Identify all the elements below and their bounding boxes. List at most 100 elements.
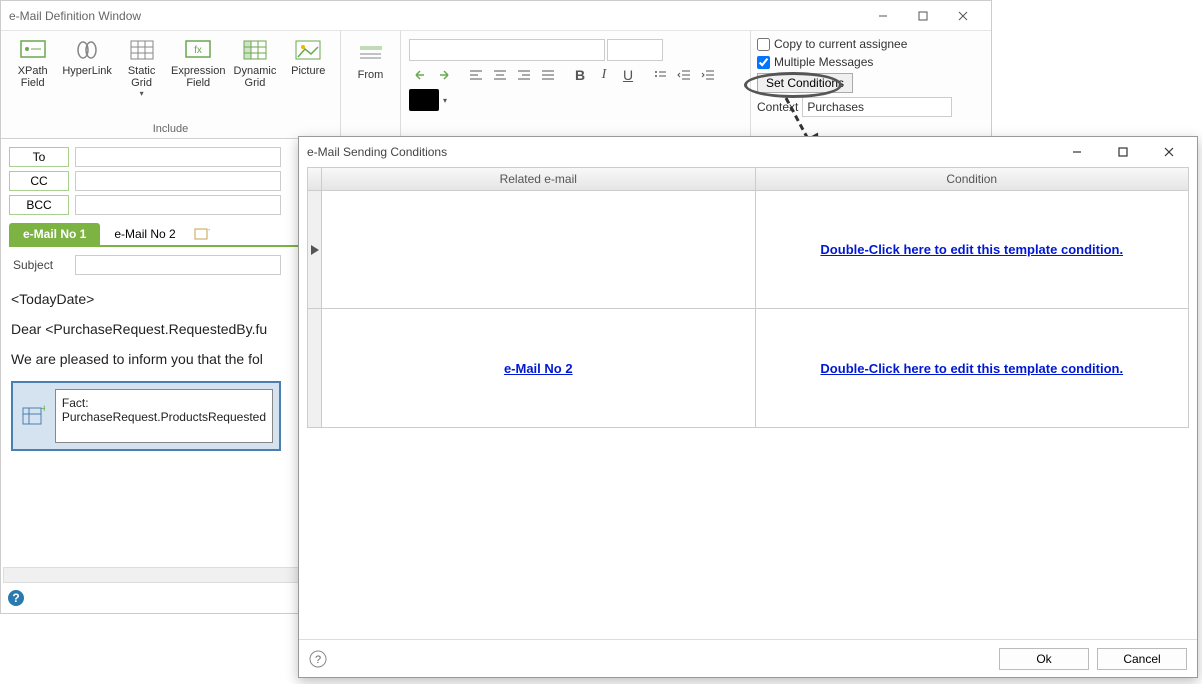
from-label: From xyxy=(358,69,384,81)
picture-button[interactable]: Picture xyxy=(283,35,334,119)
dynamic-grid-button[interactable]: Dynamic Grid xyxy=(229,35,280,119)
indent-button[interactable] xyxy=(697,64,719,86)
grid-row-1[interactable]: Double-Click here to edit this template … xyxy=(308,191,1188,309)
condition-link-2[interactable]: Double-Click here to edit this template … xyxy=(820,361,1123,376)
font-size-select[interactable] xyxy=(607,39,663,61)
tab-email-1[interactable]: e-Mail No 1 xyxy=(9,223,100,245)
ribbon-group-options: Copy to current assignee Multiple Messag… xyxy=(751,31,991,138)
window-controls xyxy=(863,2,983,30)
bold-button[interactable]: B xyxy=(569,64,591,86)
bullet-list-button[interactable] xyxy=(649,64,671,86)
main-titlebar: e-Mail Definition Window xyxy=(1,1,991,31)
ribbon-group-format: B I U ▾ xyxy=(401,31,751,138)
xpath-icon xyxy=(17,37,49,63)
to-button[interactable]: To xyxy=(9,147,69,167)
svg-text:?: ? xyxy=(315,654,321,666)
tab-add-icon[interactable]: + xyxy=(194,227,210,241)
ribbon-group-include: XPath Field HyperLink Static Grid ▾ fx E… xyxy=(1,31,341,138)
dynamic-grid-icon xyxy=(239,37,271,63)
fact-box[interactable]: + Fact: PurchaseRequest.ProductsRequeste… xyxy=(11,381,281,451)
align-left-button[interactable] xyxy=(465,64,487,86)
picture-label: Picture xyxy=(291,65,325,77)
modal-maximize-button[interactable] xyxy=(1103,138,1143,166)
set-conditions-button[interactable]: Set Conditions xyxy=(757,73,853,93)
cc-input[interactable] xyxy=(75,171,281,191)
to-input[interactable] xyxy=(75,147,281,167)
fact-icon: + xyxy=(19,389,47,443)
static-grid-button[interactable]: Static Grid ▾ xyxy=(116,35,167,119)
include-group-label: Include xyxy=(1,123,340,138)
header-condition[interactable]: Condition xyxy=(756,168,1189,190)
svg-text:+: + xyxy=(41,404,45,415)
subject-label: Subject xyxy=(9,258,69,272)
cc-button[interactable]: CC xyxy=(9,171,69,191)
picture-icon xyxy=(292,37,324,63)
align-justify-button[interactable] xyxy=(537,64,559,86)
window-title: e-Mail Definition Window xyxy=(9,9,863,23)
align-right-button[interactable] xyxy=(513,64,535,86)
bcc-input[interactable] xyxy=(75,195,281,215)
context-select[interactable]: Purchases xyxy=(802,97,952,117)
close-button[interactable] xyxy=(943,2,983,30)
hyperlink-label: HyperLink xyxy=(62,65,112,77)
help-icon[interactable]: ? xyxy=(7,589,25,607)
font-family-select[interactable] xyxy=(409,39,605,61)
expression-field-button[interactable]: fx Expression Field xyxy=(169,35,227,119)
cell-condition-2[interactable]: Double-Click here to edit this template … xyxy=(756,309,1189,427)
modal-minimize-button[interactable] xyxy=(1057,138,1097,166)
subject-input[interactable] xyxy=(75,255,281,275)
related-link-2[interactable]: e-Mail No 2 xyxy=(504,361,573,376)
context-value: Purchases xyxy=(807,100,864,114)
svg-text:?: ? xyxy=(12,591,19,605)
bcc-button[interactable]: BCC xyxy=(9,195,69,215)
grid-header: Related e-mail Condition xyxy=(307,167,1189,191)
sending-conditions-dialog: e-Mail Sending Conditions Related e-mail… xyxy=(298,136,1198,678)
expression-icon: fx xyxy=(182,37,214,63)
undo-button[interactable] xyxy=(409,64,431,86)
multiple-messages-label: Multiple Messages xyxy=(774,55,873,69)
modal-title: e-Mail Sending Conditions xyxy=(307,145,1057,159)
maximize-button[interactable] xyxy=(903,2,943,30)
cell-condition-1[interactable]: Double-Click here to edit this template … xyxy=(756,191,1189,308)
svg-text:fx: fx xyxy=(194,45,202,56)
header-related-email[interactable]: Related e-mail xyxy=(322,168,756,190)
svg-text:+: + xyxy=(208,227,210,235)
condition-link-1[interactable]: Double-Click here to edit this template … xyxy=(820,242,1123,257)
fact-text: Fact: PurchaseRequest.ProductsRequested xyxy=(55,389,273,443)
ok-button[interactable]: Ok xyxy=(999,648,1089,670)
expression-label: Expression Field xyxy=(171,65,225,89)
grid-row-2[interactable]: e-Mail No 2 Double-Click here to edit th… xyxy=(308,309,1188,427)
static-grid-label: Static Grid xyxy=(118,65,165,89)
minimize-button[interactable] xyxy=(863,2,903,30)
row-selector-1[interactable] xyxy=(308,191,322,308)
multiple-messages-checkbox[interactable] xyxy=(757,56,770,69)
copy-assignee-label: Copy to current assignee xyxy=(774,37,907,51)
underline-button[interactable]: U xyxy=(617,64,639,86)
xpath-label: XPath Field xyxy=(9,65,56,89)
modal-footer: ? Ok Cancel xyxy=(299,639,1197,677)
grid-body: Double-Click here to edit this template … xyxy=(307,191,1189,428)
from-button[interactable]: From xyxy=(347,39,395,83)
xpath-field-button[interactable]: XPath Field xyxy=(7,35,58,119)
row-selector-2[interactable] xyxy=(308,309,322,427)
cell-related-2[interactable]: e-Mail No 2 xyxy=(322,309,756,427)
hyperlink-icon xyxy=(71,37,103,63)
cancel-button[interactable]: Cancel xyxy=(1097,648,1187,670)
cell-related-1[interactable] xyxy=(322,191,756,308)
tab-email-2[interactable]: e-Mail No 2 xyxy=(100,223,189,245)
hyperlink-button[interactable]: HyperLink xyxy=(60,35,114,119)
ribbon: XPath Field HyperLink Static Grid ▾ fx E… xyxy=(1,31,991,139)
modal-close-button[interactable] xyxy=(1149,138,1189,166)
ribbon-group-from: From xyxy=(341,31,401,138)
outdent-button[interactable] xyxy=(673,64,695,86)
italic-button[interactable]: I xyxy=(593,64,615,86)
context-label: Context xyxy=(757,100,798,114)
redo-button[interactable] xyxy=(433,64,455,86)
modal-help-icon[interactable]: ? xyxy=(309,650,327,668)
dynamic-grid-label: Dynamic Grid xyxy=(231,65,278,89)
color-button[interactable] xyxy=(409,89,439,111)
from-icon xyxy=(355,41,387,67)
grid-icon xyxy=(126,37,158,63)
align-center-button[interactable] xyxy=(489,64,511,86)
copy-assignee-checkbox[interactable] xyxy=(757,38,770,51)
